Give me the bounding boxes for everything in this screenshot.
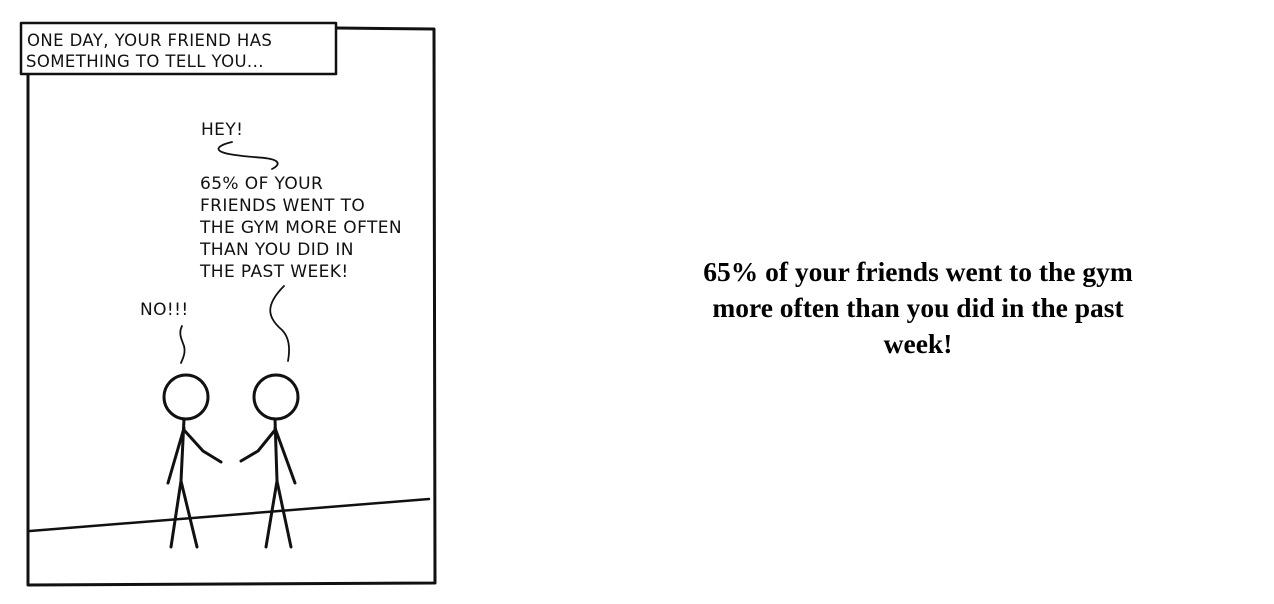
caption-line-2: SOMETHING TO TELL YOU... bbox=[26, 52, 264, 71]
speech-greeting: HEY! bbox=[201, 120, 243, 140]
speech-line-2: FRIENDS WENT TO bbox=[200, 196, 365, 216]
stick-figure-friend bbox=[239, 373, 300, 549]
speech-tail-you bbox=[179, 325, 186, 364]
speech-line-4: THAN YOU DID IN bbox=[199, 240, 354, 260]
stick-figure-you bbox=[162, 373, 223, 549]
comic-panel: ONE DAY, YOUR FRIEND HAS SOMETHING TO TE… bbox=[19, 21, 437, 587]
floor-line bbox=[28, 497, 431, 533]
speech-tail-friend bbox=[269, 285, 290, 362]
statement-text: 65% of your friends went to the gym more… bbox=[703, 256, 1133, 359]
caption-line-1: ONE DAY, YOUR FRIEND HAS bbox=[27, 31, 272, 50]
speech-you: NO!!! bbox=[140, 300, 189, 320]
panel-border bbox=[26, 26, 437, 587]
speech-tail-hey bbox=[217, 141, 279, 170]
speech-line-3: THE GYM MORE OFTEN bbox=[199, 218, 402, 238]
speech-line-1: 65% OF YOUR bbox=[200, 174, 323, 194]
speech-line-5: THE PAST WEEK! bbox=[199, 262, 349, 282]
